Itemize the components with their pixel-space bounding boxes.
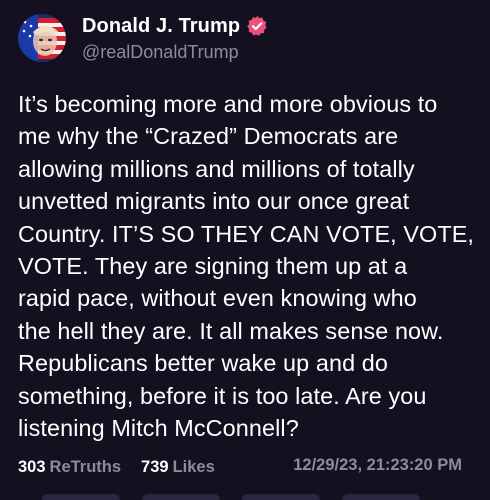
like-action[interactable] bbox=[242, 494, 320, 500]
avatar[interactable] bbox=[18, 14, 66, 62]
post-timestamp: 12/29/23, 21:23:20 PM bbox=[293, 456, 462, 474]
likes-label: Likes bbox=[172, 457, 215, 476]
avatar-portrait-icon bbox=[18, 14, 66, 62]
retruths-label: ReTruths bbox=[49, 457, 122, 476]
author-display-name[interactable]: Donald J. Trump bbox=[82, 15, 240, 38]
author-row: Donald J. Trump bbox=[82, 13, 268, 39]
verified-badge-icon bbox=[246, 15, 268, 37]
likes-stat[interactable]: 739 Likes bbox=[141, 458, 215, 477]
post-card: Donald J. Trump @realDonaldTrump It’s be… bbox=[0, 0, 490, 500]
retruths-stat[interactable]: 303 ReTruths bbox=[18, 458, 121, 477]
retruth-action[interactable] bbox=[142, 494, 220, 500]
post-text: It’s becoming more and more obvious to m… bbox=[18, 91, 475, 442]
action-bar bbox=[0, 492, 490, 500]
author-handle[interactable]: @realDonaldTrump bbox=[82, 42, 239, 63]
likes-count: 739 bbox=[141, 457, 169, 476]
share-action[interactable] bbox=[342, 494, 420, 500]
retruths-count: 303 bbox=[18, 457, 46, 476]
reply-action[interactable] bbox=[42, 494, 120, 500]
post-stats: 303 ReTruths 739 Likes 12/29/23, 21:23:2… bbox=[18, 456, 478, 478]
